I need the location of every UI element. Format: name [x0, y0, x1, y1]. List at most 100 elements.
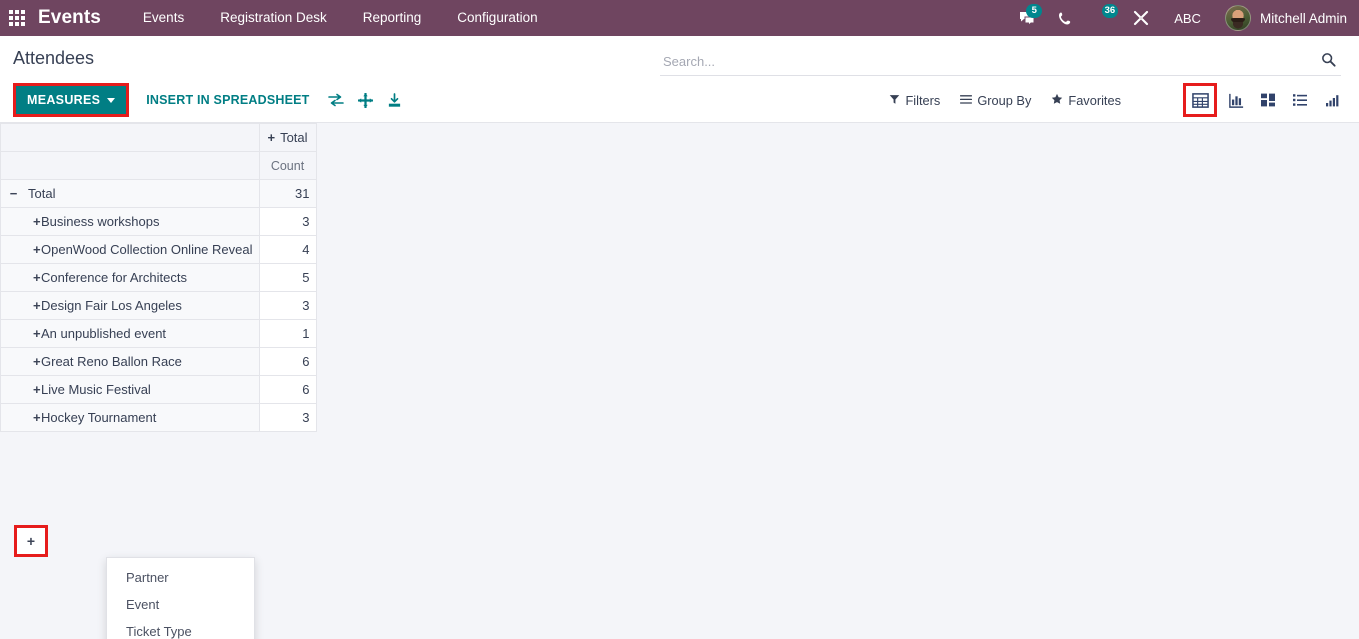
- pivot-row-label-live-music-festival[interactable]: +Live Music Festival: [0, 375, 260, 404]
- top-navbar: Events Events Registration Desk Reportin…: [0, 0, 1359, 36]
- pivot-header-row: + Total: [0, 123, 317, 152]
- pivot-row-value: 5: [258, 263, 317, 292]
- pivot-table-body: − Total 31 +Business workshops 3 +OpenWoo…: [0, 179, 317, 432]
- insert-in-spreadsheet-button[interactable]: INSERT IN SPREADSHEET: [142, 87, 313, 113]
- activities-badge: 36: [1101, 4, 1119, 18]
- expand-icon[interactable]: +: [7, 298, 41, 313]
- search-bar[interactable]: [660, 47, 1341, 76]
- row-label: An unpublished event: [41, 326, 167, 341]
- table-row: +Great Reno Ballon Race 6: [0, 347, 317, 376]
- pivot-row-total-value: 31: [258, 179, 317, 208]
- table-row: +Business workshops 3: [0, 207, 317, 236]
- pivot-row-label-conference-for-architects[interactable]: +Conference for Architects: [0, 263, 260, 292]
- table-row: +Conference for Architects 5: [0, 263, 317, 292]
- table-row: +Live Music Festival 6: [0, 375, 317, 404]
- table-row: +An unpublished event 1: [0, 319, 317, 348]
- measures-label: MEASURES: [27, 93, 101, 107]
- expand-icon[interactable]: +: [7, 382, 41, 397]
- pivot-row-label-an-unpublished-event[interactable]: +An unpublished event: [0, 319, 260, 348]
- dropdown-item-label: Ticket Type: [126, 624, 192, 639]
- pivot-corner-cell: [0, 123, 260, 152]
- expand-col-icon[interactable]: +: [267, 130, 275, 145]
- pivot-row-label-design-fair-los-angeles[interactable]: +Design Fair Los Angeles: [0, 291, 260, 320]
- funnel-icon: [889, 93, 900, 108]
- pivot-row-label-hockey-tournament[interactable]: +Hockey Tournament: [0, 403, 260, 432]
- dropdown-item-partner[interactable]: Partner: [107, 564, 254, 591]
- expand-icon[interactable]: +: [7, 410, 41, 425]
- dropdown-item-event[interactable]: Event: [107, 591, 254, 618]
- measures-button[interactable]: MEASURES: [16, 86, 127, 114]
- table-row: +Design Fair Los Angeles 3: [0, 291, 317, 320]
- pivot-measure-row: Count: [0, 151, 317, 180]
- expand-icon-highlight[interactable]: +: [14, 525, 48, 557]
- list-lines-icon: [960, 93, 973, 108]
- search-facets: Filters Group By Favorites: [889, 83, 1345, 117]
- nav-item-events[interactable]: Events: [125, 0, 202, 36]
- pivot-table: + Total Count − Total 31 +Business worksho…: [0, 123, 317, 432]
- search-icon[interactable]: [1319, 52, 1338, 71]
- expand-icon[interactable]: +: [7, 214, 41, 229]
- favorites-label: Favorites: [1068, 92, 1121, 108]
- phone-icon[interactable]: [1046, 0, 1084, 36]
- navbar-right-group: 5 36 ABC Mitchell Admin: [1008, 0, 1359, 36]
- row-label: Hockey Tournament: [41, 410, 157, 425]
- pivot-measure-count: Count: [258, 151, 317, 180]
- pivot-row-value: 3: [258, 291, 317, 320]
- view-button-graph[interactable]: [1319, 87, 1345, 113]
- pivot-view-content: + Total Count − Total 31 +Business worksho…: [0, 123, 1359, 639]
- search-input[interactable]: [663, 53, 1319, 69]
- tools-icon[interactable]: [1122, 0, 1160, 36]
- view-switcher: [1183, 83, 1345, 117]
- pivot-row-total-label[interactable]: − Total: [0, 179, 260, 208]
- pivot-measure-corner: [0, 151, 260, 180]
- user-name: Mitchell Admin: [1259, 10, 1347, 26]
- pivot-row-label-great-reno-ballon-race[interactable]: +Great Reno Ballon Race: [0, 347, 260, 376]
- group-by-button[interactable]: Group By: [960, 93, 1031, 108]
- pivot-row-value: 1: [258, 319, 317, 348]
- row-label: Business workshops: [41, 214, 160, 229]
- nav-item-registration-desk[interactable]: Registration Desk: [202, 0, 345, 36]
- pivot-col-header-total[interactable]: + Total: [258, 123, 317, 152]
- dropdown-item-label: Event: [126, 597, 160, 612]
- view-button-list[interactable]: [1287, 87, 1313, 113]
- view-button-kanban[interactable]: [1255, 87, 1281, 113]
- expand-icon[interactable]: +: [7, 270, 41, 285]
- groupby-dropdown-menu: Partner Event Ticket Type Status Registr…: [106, 557, 255, 639]
- expand-all-icon[interactable]: [357, 92, 373, 108]
- pivot-table-head: + Total Count: [0, 123, 317, 180]
- app-brand-events[interactable]: Events: [38, 7, 101, 29]
- user-menu[interactable]: Mitchell Admin: [1215, 5, 1347, 31]
- control-panel: Attendees MEASURES INSERT IN SPREADSHEET: [0, 36, 1359, 123]
- language-abc-button[interactable]: ABC: [1160, 11, 1215, 26]
- row-label: Great Reno Ballon Race: [41, 354, 182, 369]
- collapse-icon[interactable]: −: [7, 186, 20, 201]
- pivot-row-value: 3: [258, 403, 317, 432]
- filters-button[interactable]: Filters: [889, 93, 940, 108]
- nav-item-configuration[interactable]: Configuration: [439, 0, 555, 36]
- dropdown-item-ticket-type[interactable]: Ticket Type: [107, 618, 254, 639]
- table-row-total: − Total 31: [0, 179, 317, 208]
- view-button-pivot[interactable]: [1187, 87, 1213, 113]
- pivot-row-label-openwood-collection-online-reveal[interactable]: +OpenWood Collection Online Reveal: [0, 235, 260, 264]
- expand-icon[interactable]: +: [7, 354, 41, 369]
- favorites-button[interactable]: Favorites: [1051, 93, 1121, 108]
- measures-highlight: MEASURES: [13, 83, 130, 117]
- avatar: [1224, 5, 1251, 31]
- nav-item-reporting[interactable]: Reporting: [345, 0, 440, 36]
- apps-grid-icon[interactable]: [0, 0, 34, 36]
- breadcrumb: Attendees: [13, 48, 95, 68]
- row-label: Live Music Festival: [41, 382, 151, 397]
- pivot-row-label-business-workshops[interactable]: +Business workshops: [0, 207, 260, 236]
- activities-icon[interactable]: 36: [1084, 0, 1122, 36]
- flip-axis-icon[interactable]: [327, 93, 344, 107]
- control-panel-bottom-row: MEASURES INSERT IN SPREADSHEET Filters G…: [0, 78, 1359, 122]
- expand-icon[interactable]: +: [7, 242, 41, 257]
- table-row: +OpenWood Collection Online Reveal 4: [0, 235, 317, 264]
- view-button-graph-bar[interactable]: [1223, 87, 1249, 113]
- messages-badge: 5: [1026, 4, 1043, 18]
- row-label: OpenWood Collection Online Reveal: [41, 242, 253, 257]
- expand-icon[interactable]: +: [7, 326, 41, 341]
- pivot-row-value: 3: [258, 207, 317, 236]
- download-xlsx-icon[interactable]: [387, 92, 402, 108]
- messages-icon[interactable]: 5: [1008, 0, 1046, 36]
